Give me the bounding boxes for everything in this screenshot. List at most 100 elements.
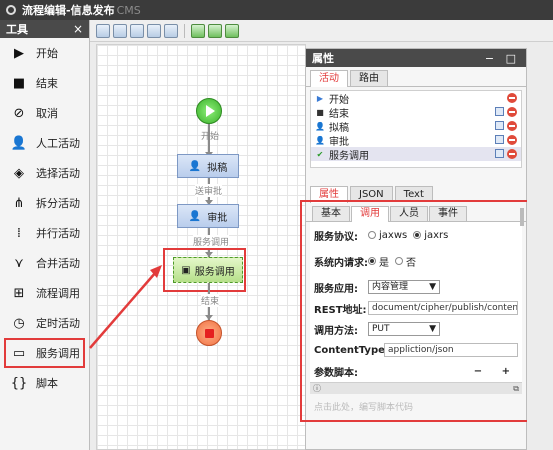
copy-icon[interactable] <box>495 107 504 116</box>
refresh-icon <box>6 5 16 15</box>
tool-item[interactable]: ⊘ 取消 <box>0 98 89 128</box>
radio-jaxws[interactable]: jaxws <box>368 230 407 241</box>
export-icon[interactable] <box>164 23 178 38</box>
row-actions <box>495 121 517 131</box>
copy-icon[interactable] <box>495 135 504 144</box>
start-node[interactable] <box>196 98 222 124</box>
activity-row[interactable]: ■ 结束 <box>311 105 521 120</box>
activity-row[interactable]: 👤 拟稿 <box>311 119 521 134</box>
ctype-label: ContentType: <box>314 344 389 356</box>
edge-label-submit: 送审批 <box>195 184 223 197</box>
window-subtitle: CMS <box>116 3 141 17</box>
tab-route[interactable]: 路由 <box>350 70 388 86</box>
delete-icon[interactable] <box>507 93 517 103</box>
internal-label: 系统内请求: <box>314 257 368 269</box>
activity-tabs: 活动 路由 <box>306 70 526 87</box>
rest-row: REST地址: document/cipher/publish/conten <box>314 298 518 318</box>
script-icon: {} <box>10 375 28 391</box>
info-icon[interactable]: ⓘ <box>313 383 321 394</box>
tool-label: 结束 <box>36 77 58 90</box>
chevron-down-icon: ▼ <box>429 324 436 334</box>
service-small-icon: ✔ <box>316 149 324 159</box>
delete-icon[interactable] <box>507 107 517 117</box>
activity-row[interactable]: ▶ 开始 <box>311 91 521 106</box>
print-icon[interactable] <box>147 23 161 38</box>
tool-item[interactable]: ▶ 开始 <box>0 38 89 68</box>
tab-properties[interactable]: 属性 <box>310 186 348 203</box>
check-icon[interactable] <box>225 23 239 38</box>
sub-tabs: 基本 调用 人员 事件 <box>306 206 526 222</box>
deploy-icon[interactable] <box>208 23 222 38</box>
tool-item[interactable]: ⊞ 流程调用 <box>0 278 89 308</box>
row-actions <box>507 93 517 103</box>
row-actions <box>495 135 517 145</box>
tool-item[interactable]: ⋔ 拆分活动 <box>0 188 89 218</box>
copy-icon[interactable] <box>495 121 504 130</box>
tool-label: 并行活动 <box>36 227 80 240</box>
tab-people[interactable]: 人员 <box>390 206 428 221</box>
panel-controls[interactable]: − □ <box>485 52 520 65</box>
row-actions <box>495 149 517 159</box>
rest-input[interactable]: document/cipher/publish/conten <box>368 301 518 315</box>
activity-label: 开始 <box>329 94 349 106</box>
activity-row[interactable]: 👤 审批 <box>311 133 521 148</box>
app-select[interactable]: 内容管理 ▼ <box>368 280 440 294</box>
radio-jaxrs[interactable]: jaxrs <box>413 230 448 241</box>
expand-icon[interactable]: ⧉ <box>513 384 519 394</box>
radio-label: jaxrs <box>424 229 449 241</box>
delete-icon[interactable] <box>507 135 517 145</box>
activity-list: ▶ 开始 ■ 结束 👤 拟稿 👤 审批 ✔ 服务调用 <box>310 90 522 168</box>
save-as-icon[interactable] <box>113 23 127 38</box>
task-label: 拟稿 <box>207 162 228 174</box>
rest-label: REST地址: <box>314 304 367 316</box>
close-icon[interactable]: × <box>73 22 83 36</box>
parallel-icon: ⁞ <box>16 225 22 241</box>
choice-icon: ◈ <box>14 165 24 181</box>
merge-icon: ⋎ <box>14 255 24 271</box>
activity-label: 审批 <box>329 136 349 148</box>
flow-canvas[interactable]: 开始 👤 拟稿 送审批 👤 审批 服务调用 ▣ 服务调用 结束 <box>96 44 306 450</box>
activity-label: 服务调用 <box>329 150 369 162</box>
tab-events[interactable]: 事件 <box>429 206 467 221</box>
tool-item[interactable]: ⁞ 并行活动 <box>0 218 89 248</box>
copy-icon[interactable] <box>495 149 504 158</box>
tab-invoke[interactable]: 调用 <box>351 206 389 222</box>
form-icon[interactable] <box>130 23 144 38</box>
end-node[interactable] <box>196 320 222 346</box>
activity-row[interactable]: ✔ 服务调用 <box>311 147 521 162</box>
task-node-draft[interactable]: 👤 拟稿 <box>177 154 239 178</box>
stop-icon <box>204 328 214 338</box>
tool-item[interactable]: 👤 人工活动 <box>0 128 89 158</box>
tool-label: 拆分活动 <box>36 197 80 210</box>
script-controls[interactable]: − + <box>474 366 518 377</box>
delete-icon[interactable] <box>507 149 517 159</box>
tool-item[interactable]: {} 脚本 <box>0 368 89 398</box>
tool-item[interactable]: ◈ 选择活动 <box>0 158 89 188</box>
tool-item[interactable]: ⋎ 合并活动 <box>0 248 89 278</box>
radio-yes[interactable]: 是 <box>368 254 389 269</box>
flag-icon[interactable] <box>191 23 205 38</box>
tab-json[interactable]: JSON <box>350 186 393 202</box>
script-hint[interactable]: 点击此处，编写脚本代码 <box>314 400 518 413</box>
tool-label: 开始 <box>36 47 58 60</box>
tool-item[interactable]: ◷ 定时活动 <box>0 308 89 338</box>
row-actions <box>495 107 517 117</box>
tab-basic[interactable]: 基本 <box>312 206 350 221</box>
ctype-input[interactable]: appliction/json <box>384 343 518 357</box>
properties-panel: 属性 − □ 活动 路由 ▶ 开始 ■ 结束 👤 拟稿 👤 审批 ✔ 服务调用 属性 JSON T… <box>300 48 536 450</box>
save-icon[interactable] <box>96 23 110 38</box>
radio-dot <box>368 231 376 239</box>
tool-item[interactable]: ■ 结束 <box>0 68 89 98</box>
radio-no[interactable]: 否 <box>395 254 416 269</box>
tool-item[interactable]: ▭ 服务调用 <box>4 338 85 368</box>
task-node-approve[interactable]: 👤 审批 <box>177 204 239 228</box>
tool-label: 服务调用 <box>36 347 80 360</box>
stop-icon: ■ <box>12 75 26 91</box>
method-select[interactable]: PUT ▼ <box>368 322 440 336</box>
tab-activity[interactable]: 活动 <box>310 70 348 87</box>
scrollbar[interactable] <box>520 208 524 226</box>
person-small-icon: 👤 <box>315 135 325 145</box>
delete-icon[interactable] <box>507 121 517 131</box>
task-node-service[interactable]: ▣ 服务调用 <box>173 257 243 283</box>
tab-text[interactable]: Text <box>394 186 433 202</box>
